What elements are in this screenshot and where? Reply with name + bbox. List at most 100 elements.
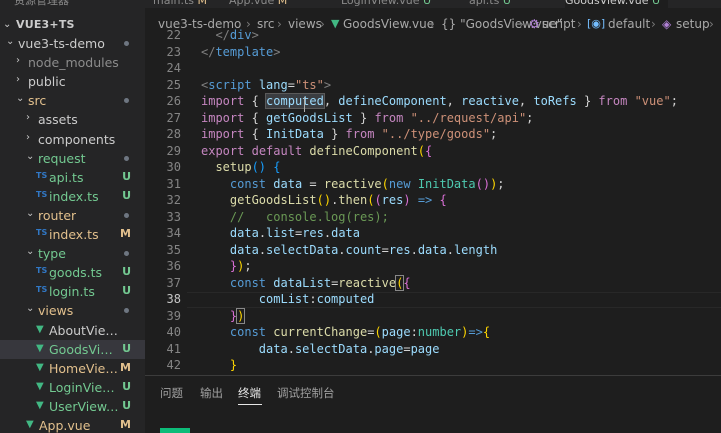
panel-tab-problems[interactable]: 问题: [160, 385, 183, 401]
tree-item[interactable]: TS login.ts U: [0, 282, 145, 301]
tree-item[interactable]: TS api.ts U: [0, 168, 145, 187]
code-line: getGoodsList().then((res) => {: [229, 193, 447, 207]
tree-item[interactable]: ⌄ type: [0, 244, 145, 263]
code-line: <script lang="ts">: [201, 77, 332, 92]
breadcrumb-separator: ›: [277, 17, 282, 31]
tree-item[interactable]: ⌄ router: [0, 206, 145, 225]
code-line: // console.log(res);: [229, 209, 389, 224]
terminal-output-cut: [160, 428, 460, 433]
workspace-title: VUE3+TS: [16, 18, 75, 31]
line-number: 32: [166, 193, 181, 207]
tree-item-label: HomeView....: [49, 360, 119, 376]
tree-item[interactable]: ▼ App.vue M: [0, 416, 145, 433]
line-number: 30: [166, 160, 181, 174]
modified-dot-indicator: [124, 98, 129, 104]
typescript-file-icon: TS: [36, 285, 48, 295]
breadcrumb-item-script[interactable]: script: [542, 17, 575, 31]
modified-dot-indicator: [124, 212, 129, 218]
editor-tab-status: M: [197, 0, 208, 7]
line-number: 33: [166, 209, 181, 224]
editor-tab-status: U: [652, 0, 661, 7]
line-number: 41: [166, 341, 181, 356]
code-line: </template>: [201, 44, 281, 59]
chevron-right-icon: ›: [16, 55, 20, 67]
code-line: const data = reactive(new InitData());: [229, 176, 505, 191]
breadcrumb-item-views[interactable]: views: [288, 17, 322, 31]
chevron-down-icon: ⌄: [3, 19, 12, 30]
editor-tab[interactable]: main.ts M: [153, 0, 215, 8]
editor-tab-label: GoodsView.vue: [565, 0, 653, 7]
tree-item[interactable]: ⌄ src: [0, 91, 145, 110]
editor-tab-label: App.vue: [229, 0, 278, 7]
tree-item[interactable]: › assets: [0, 110, 145, 129]
git-status-badge: U: [122, 284, 131, 298]
chevron-down-icon: ⌄: [16, 93, 25, 105]
tree-item-label: LoginView.vue: [49, 379, 119, 395]
code-line: comList:computed: [258, 292, 375, 306]
chevron-down-icon: ⌄: [26, 303, 35, 315]
git-status-badge: M: [120, 360, 131, 374]
tree-item[interactable]: ▼ LoginView.vueU: [0, 378, 145, 397]
tree-item[interactable]: ⌄ request: [0, 149, 145, 168]
panel-tab-output[interactable]: 输出: [200, 385, 223, 401]
vue-file-icon: ▼: [26, 419, 34, 430]
line-number: 29: [166, 143, 181, 158]
tree-item[interactable]: › node_modules: [0, 53, 145, 72]
vue-file-icon: ▼: [331, 17, 340, 30]
tree-item-label: api.ts: [49, 169, 84, 185]
tree-item-label: index.ts: [49, 227, 99, 242]
breadcrumb-separator: ›: [709, 17, 714, 31]
editor-tab[interactable]: GoodsView.vue U: [565, 0, 669, 8]
tree-item[interactable]: TS index.ts U: [0, 187, 145, 206]
workspace-header[interactable]: ⌄ VUE3+TS: [0, 16, 145, 36]
tree-item-label: public: [28, 74, 66, 90]
editor-tab[interactable]: LoginView.vue U: [341, 0, 439, 8]
tree-item-label: request: [38, 150, 86, 166]
editor-tab-status: U: [423, 0, 432, 7]
line-number: 39: [166, 308, 181, 323]
editor-tab[interactable]: App.vue M: [229, 0, 295, 8]
modified-dot-indicator: [124, 155, 129, 161]
breadcrumb-item-file[interactable]: GoodsView.vue: [343, 17, 434, 31]
tree-item[interactable]: ▼ GoodsView....U: [0, 339, 145, 359]
chevron-down-icon: ⌄: [26, 150, 35, 162]
tree-item[interactable]: › components: [0, 130, 145, 149]
line-number: 35: [166, 242, 181, 257]
breadcrumb-item-src[interactable]: src: [257, 17, 275, 31]
panel-tab-debug-console[interactable]: 调试控制台: [277, 385, 335, 401]
tree-item[interactable]: › public: [0, 72, 145, 91]
line-number: 34: [166, 226, 181, 240]
tree-item[interactable]: ⌄ views: [0, 301, 145, 320]
tree-item[interactable]: ⌄ vue3-ts-demo: [0, 34, 145, 53]
breadcrumb-item-setup[interactable]: setup: [676, 17, 710, 31]
line-number: 27: [166, 110, 181, 125]
editor-area: main.ts M App.vue M LoginView.vue U api.ts …: [145, 0, 721, 433]
tree-item[interactable]: TS index.ts M: [0, 225, 145, 244]
vue-file-icon: ▼: [36, 380, 44, 392]
code-line: setup() {: [215, 160, 281, 174]
explorer-title: 资源管理器: [14, 0, 69, 7]
code-line: const dataList=reactive({: [229, 274, 411, 291]
vue-file-icon: ▼: [36, 399, 44, 411]
tree-item[interactable]: ▼ AboutView.vue: [0, 321, 145, 340]
breadcrumb-separator: ›: [651, 17, 656, 31]
git-status-badge: U: [122, 379, 131, 393]
line-number: 23: [166, 44, 181, 59]
editor-tab-status: M: [277, 0, 288, 7]
code-line: }): [229, 307, 246, 324]
symbol-icon: ⚙: [529, 17, 540, 31]
tree-item[interactable]: ▼ UserView.vueU: [0, 397, 145, 416]
chevron-down-icon: ⌄: [6, 36, 15, 47]
tree-item[interactable]: ▼ HomeView....M: [0, 359, 145, 378]
typescript-file-icon: TS: [36, 189, 48, 199]
line-number: 25: [166, 77, 181, 92]
breadcrumb-item-default[interactable]: default: [608, 17, 650, 31]
line-number: 26: [166, 94, 181, 108]
git-status-badge: U: [122, 188, 131, 202]
panel-tab-terminal[interactable]: 终端: [238, 385, 261, 401]
tree-item-label: node_modules: [28, 55, 119, 71]
tree-item[interactable]: TS goods.ts U: [0, 263, 145, 282]
vue-file-icon: ▼: [36, 361, 44, 373]
code-line: import { getGoodsList } from "../request…: [201, 110, 534, 125]
editor-tab[interactable]: api.ts U: [469, 0, 519, 8]
